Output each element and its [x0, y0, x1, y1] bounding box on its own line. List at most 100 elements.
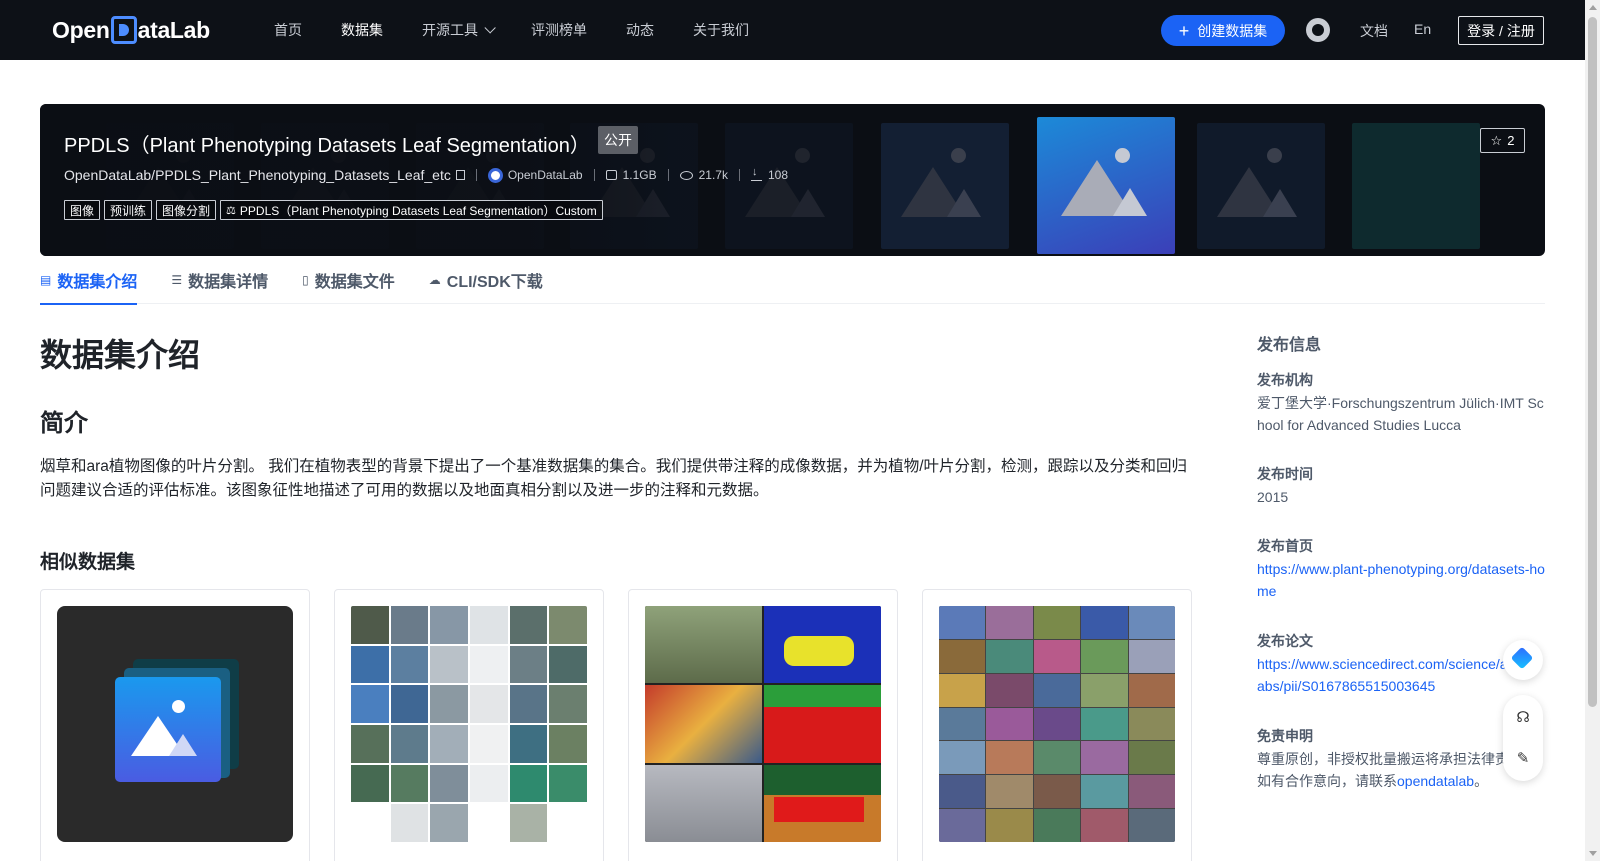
similar-dataset-card[interactable] — [334, 589, 604, 861]
tab-details-label: 数据集详情 — [188, 273, 269, 291]
dataset-description: 烟草和ara植物图像的叶片分割。 我们在植物表型的背景下提出了一个基准数据集的集… — [40, 458, 1188, 499]
floating-action-panel: ☊ ✎ — [1503, 695, 1543, 781]
create-dataset-button[interactable]: + 创建数据集 — [1161, 15, 1285, 46]
segmentation-thumbnail — [645, 606, 881, 842]
publisher-value: 爱丁堡大学·Forschungszentrum Jülich·IMT Schoo… — [1257, 395, 1544, 433]
nav-tools[interactable]: 开源工具 — [422, 20, 496, 40]
dataset-meta-row: OpenDataLab/PPDLS_Plant_Phenotyping_Data… — [64, 166, 788, 184]
scroll-up-arrow-icon[interactable] — [1589, 5, 1597, 10]
placeholder-image-icon — [57, 606, 293, 842]
tab-details[interactable]: ☰ 数据集详情 — [171, 256, 268, 304]
scroll-down-arrow-icon[interactable] — [1589, 851, 1597, 856]
paper-link[interactable]: https://www.sciencedirect.com/science/ar… — [1257, 656, 1541, 694]
plus-icon: + — [1178, 20, 1190, 41]
meta-divider — [667, 169, 669, 181]
tab-intro[interactable]: ▤ 数据集介绍 — [40, 256, 138, 305]
file-icon: ▯ — [302, 272, 309, 287]
nav-datasets[interactable]: 数据集 — [341, 20, 383, 40]
download-icon — [750, 166, 762, 181]
license-label: PPDLS（Plant Phenotyping Datasets Leaf Se… — [239, 203, 597, 218]
paper-label: 发布论文 — [1257, 633, 1313, 649]
list-icon: ☰ — [171, 272, 183, 287]
tab-cli-sdk[interactable]: ☁ CLI/SDK下载 — [429, 256, 543, 304]
banner-thumbnail — [725, 123, 853, 249]
main-nav: 首页 数据集 开源工具 评测榜单 动态 关于我们 — [274, 0, 788, 60]
org-avatar — [487, 167, 503, 183]
headset-icon[interactable]: ☊ — [1515, 709, 1531, 726]
meta-divider — [593, 169, 595, 181]
opendatalab-logo[interactable]: Open ataLab — [52, 14, 210, 46]
nav-tools-label: 开源工具 — [422, 22, 478, 38]
similar-dataset-card[interactable] — [40, 589, 310, 861]
tab-intro-label: 数据集介绍 — [57, 273, 138, 291]
feedback-icon[interactable]: ✎ — [1515, 750, 1531, 767]
copy-icon[interactable] — [455, 170, 465, 180]
star-icon: ☆ — [1490, 132, 1503, 148]
section-heading-intro: 简介 — [40, 410, 88, 437]
tag-item[interactable]: 预训练 — [104, 200, 153, 220]
github-icon[interactable] — [1306, 18, 1330, 42]
eye-icon — [679, 170, 693, 180]
org-name[interactable]: OpenDataLab — [508, 168, 583, 182]
publish-time-value: 2015 — [1257, 489, 1289, 505]
docs-link[interactable]: 文档 — [1360, 21, 1388, 41]
nav-home[interactable]: 首页 — [274, 20, 302, 40]
language-switch[interactable]: En — [1414, 21, 1431, 37]
page-scrollbar[interactable] — [1585, 0, 1600, 861]
license-tag[interactable]: ⚖ PPDLS（Plant Phenotyping Datasets Leaf … — [220, 200, 603, 220]
aerial-imagery-thumbnail — [351, 606, 587, 842]
page-title: 数据集介绍 — [40, 337, 201, 373]
scene-collage-thumbnail — [939, 606, 1175, 842]
disclaimer-end: 。 — [1474, 773, 1489, 789]
dataset-hero-banner: PPDLS（Plant Phenotyping Datasets Leaf Se… — [40, 104, 1545, 256]
similar-dataset-card[interactable] — [628, 589, 898, 861]
cloud-download-icon: ☁ — [428, 272, 441, 287]
view-count: 21.7k — [698, 168, 728, 182]
login-button[interactable]: 登录 / 注册 — [1458, 16, 1544, 45]
create-dataset-label: 创建数据集 — [1197, 22, 1268, 39]
publish-info-heading: 发布信息 — [1257, 337, 1322, 354]
tag-item[interactable]: 图像 — [64, 200, 101, 220]
banner-thumbnail — [1197, 123, 1325, 249]
similar-dataset-card[interactable] — [922, 589, 1192, 861]
scroll-thumb[interactable] — [1588, 17, 1597, 707]
contact-link[interactable]: opendatalab — [1397, 773, 1474, 789]
logo-text-suffix: ataLab — [137, 16, 211, 43]
banner-thumbnail — [1352, 123, 1480, 249]
similar-datasets-heading: 相似数据集 — [40, 552, 136, 573]
tab-files-label: 数据集文件 — [314, 273, 395, 291]
dataset-tags: 图像 预训练 图像分割 ⚖ PPDLS（Plant Phenotyping Da… — [64, 200, 607, 220]
database-icon: ▤ — [40, 272, 52, 287]
repo-path: OpenDataLab/PPDLS_Plant_Phenotyping_Data… — [64, 167, 451, 183]
chevron-down-icon — [484, 22, 496, 34]
tab-cli-sdk-label: CLI/SDK下载 — [446, 273, 543, 291]
publish-time-label: 发布时间 — [1257, 466, 1313, 482]
meta-divider — [738, 169, 740, 181]
homepage-label: 发布首页 — [1257, 538, 1313, 554]
dataset-tabs: ▤ 数据集介绍 ☰ 数据集详情 ▯ 数据集文件 ☁ CLI/SDK下载 — [40, 256, 1545, 305]
download-count: 108 — [767, 168, 788, 182]
publisher-label: 发布机构 — [1257, 372, 1313, 388]
banner-thumbnail — [881, 123, 1009, 249]
banner-thumbnail-highlight — [1037, 117, 1175, 254]
visibility-badge: 公开 — [598, 126, 638, 154]
license-scale-icon: ⚖ — [226, 204, 236, 217]
star-button[interactable]: ☆ 2 — [1480, 128, 1525, 153]
tag-item[interactable]: 图像分割 — [156, 200, 217, 220]
assistant-logo-icon[interactable] — [1503, 640, 1543, 680]
homepage-link-wrapper: https://www.plant-phenotyping.org/datase… — [1257, 558, 1547, 602]
meta-divider — [475, 169, 477, 181]
dataset-size: 1.1GB — [622, 168, 657, 182]
top-nav: Open ataLab 首页 数据集 开源工具 评测榜单 动态 关于我们 + 创… — [0, 0, 1585, 60]
homepage-link[interactable]: https://www.plant-phenotyping.org/datase… — [1257, 561, 1545, 599]
disclaimer-label: 免责申明 — [1257, 728, 1313, 744]
logo-text-prefix: Open — [52, 16, 110, 43]
storage-icon — [605, 170, 617, 180]
nav-news[interactable]: 动态 — [626, 20, 654, 40]
logo-d-icon — [110, 16, 137, 44]
nav-leaderboard[interactable]: 评测榜单 — [531, 20, 587, 40]
dataset-title: PPDLS（Plant Phenotyping Datasets Leaf Se… — [64, 135, 590, 157]
star-count: 2 — [1507, 133, 1515, 148]
tab-files[interactable]: ▯ 数据集文件 — [302, 256, 395, 304]
nav-about[interactable]: 关于我们 — [693, 20, 749, 40]
